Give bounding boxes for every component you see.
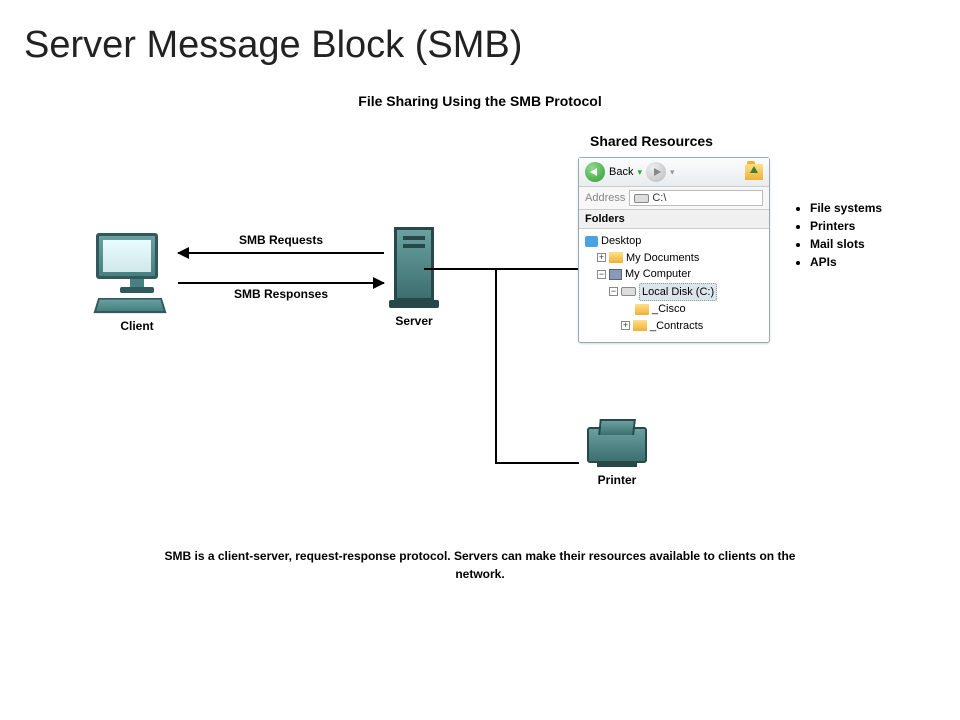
printer-label: Printer bbox=[580, 473, 654, 487]
tree-local-disk[interactable]: −Local Disk (C:) bbox=[585, 283, 763, 302]
address-label: Address bbox=[585, 192, 625, 204]
desktop-icon bbox=[585, 236, 598, 247]
arrow-response bbox=[178, 282, 384, 284]
disk-icon bbox=[634, 194, 649, 203]
back-label[interactable]: Back bbox=[609, 166, 633, 178]
server-icon: Server bbox=[382, 227, 446, 328]
connection-line bbox=[495, 268, 497, 464]
tree-contracts[interactable]: +_Contracts bbox=[585, 318, 763, 335]
smb-responses-label: SMB Responses bbox=[178, 287, 384, 301]
printer-icon: Printer bbox=[580, 427, 654, 487]
diagram-subtitle: File Sharing Using the SMB Protocol bbox=[0, 93, 960, 109]
diagram-caption: SMB is a client-server, request-response… bbox=[0, 547, 960, 583]
list-item: Printers bbox=[810, 219, 882, 233]
folders-header: Folders bbox=[579, 210, 769, 229]
address-field[interactable]: C:\ bbox=[629, 190, 763, 206]
connection-line bbox=[495, 462, 579, 464]
arrow-request bbox=[178, 252, 384, 254]
collapse-icon[interactable]: − bbox=[597, 270, 606, 279]
tree-desktop[interactable]: Desktop bbox=[585, 233, 763, 250]
folder-icon bbox=[635, 304, 649, 315]
forward-icon[interactable] bbox=[646, 162, 666, 182]
back-icon[interactable] bbox=[585, 162, 605, 182]
forward-dropdown-icon[interactable]: ▾ bbox=[670, 167, 675, 178]
back-dropdown-icon[interactable]: ▾ bbox=[637, 167, 642, 178]
smb-requests-label: SMB Requests bbox=[178, 233, 384, 247]
client-label: Client bbox=[96, 319, 178, 333]
address-bar: Address C:\ bbox=[579, 187, 769, 210]
folder-icon bbox=[633, 320, 647, 331]
list-item: Mail slots bbox=[810, 237, 882, 251]
expand-icon[interactable]: + bbox=[597, 253, 606, 262]
shared-resources-heading: Shared Resources bbox=[590, 133, 713, 149]
tree-my-documents[interactable]: +My Documents bbox=[585, 250, 763, 267]
connection-line bbox=[424, 268, 578, 270]
list-item: File systems bbox=[810, 201, 882, 215]
folder-tree: Desktop +My Documents −My Computer −Loca… bbox=[579, 229, 769, 342]
folder-icon bbox=[609, 252, 623, 263]
up-folder-icon[interactable] bbox=[745, 164, 763, 180]
disk-icon bbox=[621, 287, 636, 296]
collapse-icon[interactable]: − bbox=[609, 287, 618, 296]
slide-title: Server Message Block (SMB) bbox=[0, 0, 960, 67]
list-item: APIs bbox=[810, 255, 882, 269]
explorer-window: Back ▾ ▾ Address C:\ Folders Desktop +My… bbox=[578, 157, 770, 343]
diagram-canvas: Shared Resources Client SMB Requests SMB… bbox=[0, 117, 960, 537]
explorer-toolbar: Back ▾ ▾ bbox=[579, 158, 769, 187]
tree-my-computer[interactable]: −My Computer bbox=[585, 266, 763, 283]
client-computer-icon: Client bbox=[96, 233, 178, 333]
tree-cisco[interactable]: _Cisco bbox=[585, 301, 763, 318]
computer-icon bbox=[609, 269, 622, 280]
expand-icon[interactable]: + bbox=[621, 321, 630, 330]
shared-resources-list: File systems Printers Mail slots APIs bbox=[794, 201, 882, 273]
server-label: Server bbox=[382, 314, 446, 328]
